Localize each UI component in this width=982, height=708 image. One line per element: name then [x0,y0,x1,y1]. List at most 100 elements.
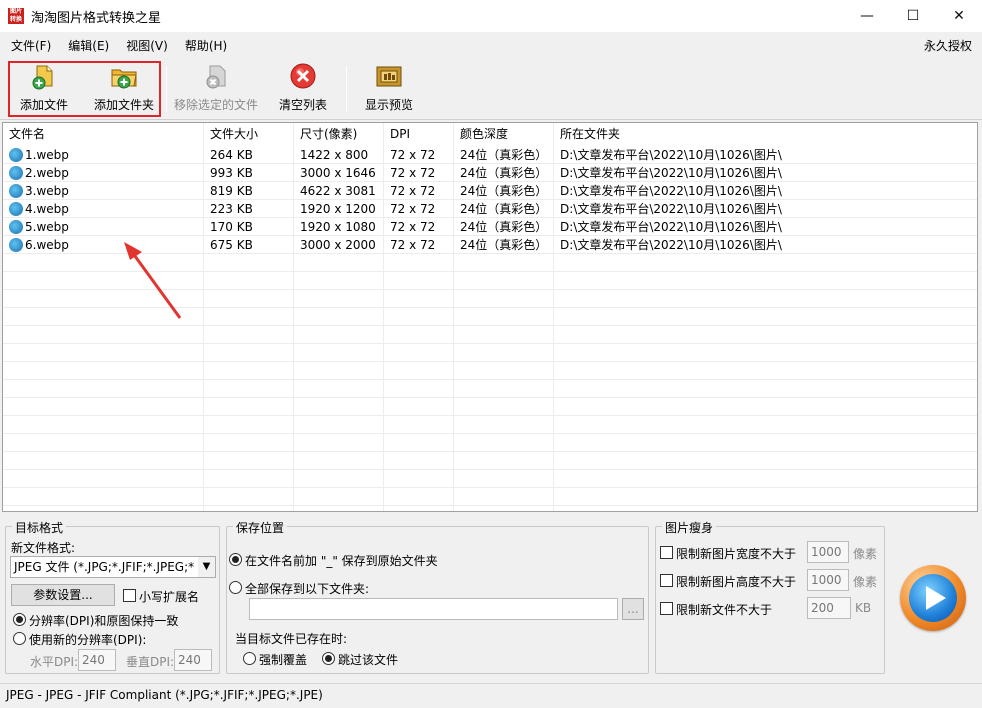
format-select[interactable]: JPEG 文件 (*.JPG;*.JFIF;*.JPEG;* ▼ [10,556,216,578]
column-header-dpi[interactable]: DPI [384,123,454,145]
width-unit-label: 像素 [853,547,878,561]
table-cell: 3.webp [25,184,69,198]
overwrite-label: 强制覆盖 [259,653,308,667]
table-row[interactable]: 1.webp 264 KB 1422 x 800 72 x 72 24位（真彩色） D:\… [3,146,977,164]
limit-height-label: 限制新图片高度不大于 [676,575,797,589]
browse-folder-button[interactable]: ... [622,598,644,620]
menu-edit[interactable]: 编辑(E) [62,37,115,54]
menu-file[interactable]: 文件(F) [5,37,57,54]
maximize-button[interactable]: ☐ [890,0,936,32]
chevron-down-icon[interactable]: ▼ [198,557,215,577]
remove-selected-label: 移除选定的文件 [173,98,258,112]
limit-size-checkbox[interactable] [660,602,673,615]
table-cell: D:\文章发布平台\2022\10月\1026\图片\ [560,220,782,234]
table-row[interactable]: 3.webp 819 KB 4622 x 3081 72 x 72 24位（真彩色） D:… [3,182,977,200]
menu-bar: 文件(F) 编辑(E) 视图(V) 帮助(H) 永久授权 [0,32,982,58]
table-cell: D:\文章发布平台\2022\10月\1026\图片\ [560,238,782,252]
new-dpi-radio[interactable] [13,632,26,645]
table-cell: 3000 x 1646 [300,166,376,180]
table-cell: 72 x 72 [390,238,436,252]
empty-row [3,416,977,434]
column-header-filename[interactable]: 文件名 [3,123,204,145]
limit-width-label: 限制新图片宽度不大于 [676,547,797,561]
limit-height-input[interactable]: 1000 [807,569,849,591]
lowercase-ext-checkbox[interactable] [123,589,136,602]
params-settings-button[interactable]: 参数设置... [11,584,115,606]
empty-row [3,452,977,470]
status-text: JPEG - JPEG - JFIF Compliant (*.JPG;*.JF… [6,688,323,702]
show-preview-button[interactable]: 显示预览 [358,61,420,117]
title-bar: 图片转换 淘淘图片格式转换之星 — ☐ ✕ [0,0,982,32]
limit-width-input[interactable]: 1000 [807,541,849,563]
table-cell: 24位（真彩色） [460,148,548,162]
table-cell: 72 x 72 [390,202,436,216]
limit-height-checkbox[interactable] [660,574,673,587]
column-header-size[interactable]: 文件大小 [204,123,294,145]
column-header-folder[interactable]: 所在文件夹 [554,123,977,145]
remove-file-icon [200,62,232,92]
menu-help[interactable]: 帮助(H) [179,37,233,54]
window-title: 淘淘图片格式转换之星 [31,10,162,26]
clear-list-label: 清空列表 [278,98,327,112]
save-prefix-radio[interactable] [229,553,242,566]
save-folder-label: 全部保存到以下文件夹: [245,582,370,596]
lowercase-ext-label: 小写扩展名 [139,590,200,604]
add-folder-icon [108,62,140,92]
keep-dpi-radio[interactable] [13,613,26,626]
table-cell: 2.webp [25,166,69,180]
table-cell: 24位（真彩色） [460,202,548,216]
table-cell: 4.webp [25,202,69,216]
empty-row [3,380,977,398]
add-file-button[interactable]: 添加文件 [14,61,74,117]
clear-list-button[interactable]: 清空列表 [272,61,334,117]
table-cell: 72 x 72 [390,184,436,198]
table-row[interactable]: 2.webp 993 KB 3000 x 1646 72 x 72 24位（真彩色） D:… [3,164,977,182]
new-dpi-label: 使用新的分辨率(DPI): [29,633,147,647]
overwrite-radio[interactable] [243,652,256,665]
start-convert-button[interactable] [900,565,966,631]
add-folder-button[interactable]: 添加文件夹 [90,61,158,117]
column-header-dimensions[interactable]: 尺寸(像素) [294,123,384,145]
table-cell: 4622 x 3081 [300,184,376,198]
menu-view[interactable]: 视图(V) [120,37,174,54]
play-triangle [926,586,946,610]
table-row[interactable]: 5.webp 170 KB 1920 x 1080 72 x 72 24位（真彩色） D:… [3,218,977,236]
toolbar-separator [346,66,347,112]
table-row[interactable]: 4.webp 223 KB 1920 x 1200 72 x 72 24位（真彩色） D:… [3,200,977,218]
target-format-title: 目标格式 [12,519,67,536]
new-format-label: 新文件格式: [11,541,76,555]
save-prefix-label: 在文件名前加 "_" 保存到原始文件夹 [245,554,438,568]
empty-row [3,326,977,344]
red-arrow-annotation [124,242,182,319]
keep-dpi-label: 分辨率(DPI)和原图保持一致 [29,614,179,628]
table-cell: 819 KB [210,184,253,198]
save-folder-input[interactable] [249,598,618,620]
table-cell: 24位（真彩色） [460,238,548,252]
h-dpi-input[interactable]: 240 [78,649,116,671]
remove-selected-button[interactable]: 移除选定的文件 [172,61,260,117]
v-dpi-input[interactable]: 240 [174,649,212,671]
height-unit-label: 像素 [853,575,878,589]
limit-size-input[interactable]: 200 [807,597,851,619]
status-bar: JPEG - JPEG - JFIF Compliant (*.JPG;*.JF… [0,683,982,708]
minimize-button[interactable]: — [844,0,890,32]
add-folder-label: 添加文件夹 [93,98,154,112]
table-cell: 24位（真彩色） [460,184,548,198]
close-button[interactable]: ✕ [936,0,982,32]
skip-radio[interactable] [322,652,335,665]
limit-size-label: 限制新文件不大于 [676,603,773,617]
license-label[interactable]: 永久授权 [924,37,972,54]
table-cell: 72 x 72 [390,166,436,180]
save-location-title: 保存位置 [233,519,288,536]
table-cell: 223 KB [210,202,253,216]
empty-row [3,434,977,452]
format-select-value: JPEG 文件 (*.JPG;*.JFIF;*.JPEG;* [14,560,195,574]
table-cell: D:\文章发布平台\2022\10月\1026\图片\ [560,184,782,198]
table-cell: 72 x 72 [390,220,436,234]
save-folder-radio[interactable] [229,581,242,594]
limit-width-checkbox[interactable] [660,546,673,559]
empty-row [3,470,977,488]
column-header-color-depth[interactable]: 颜色深度 [454,123,554,145]
h-dpi-label: 水平DPI: [30,655,79,669]
file-list[interactable]: 文件名 文件大小 尺寸(像素) DPI 颜色深度 所在文件夹 1.webp 264… [2,122,978,512]
